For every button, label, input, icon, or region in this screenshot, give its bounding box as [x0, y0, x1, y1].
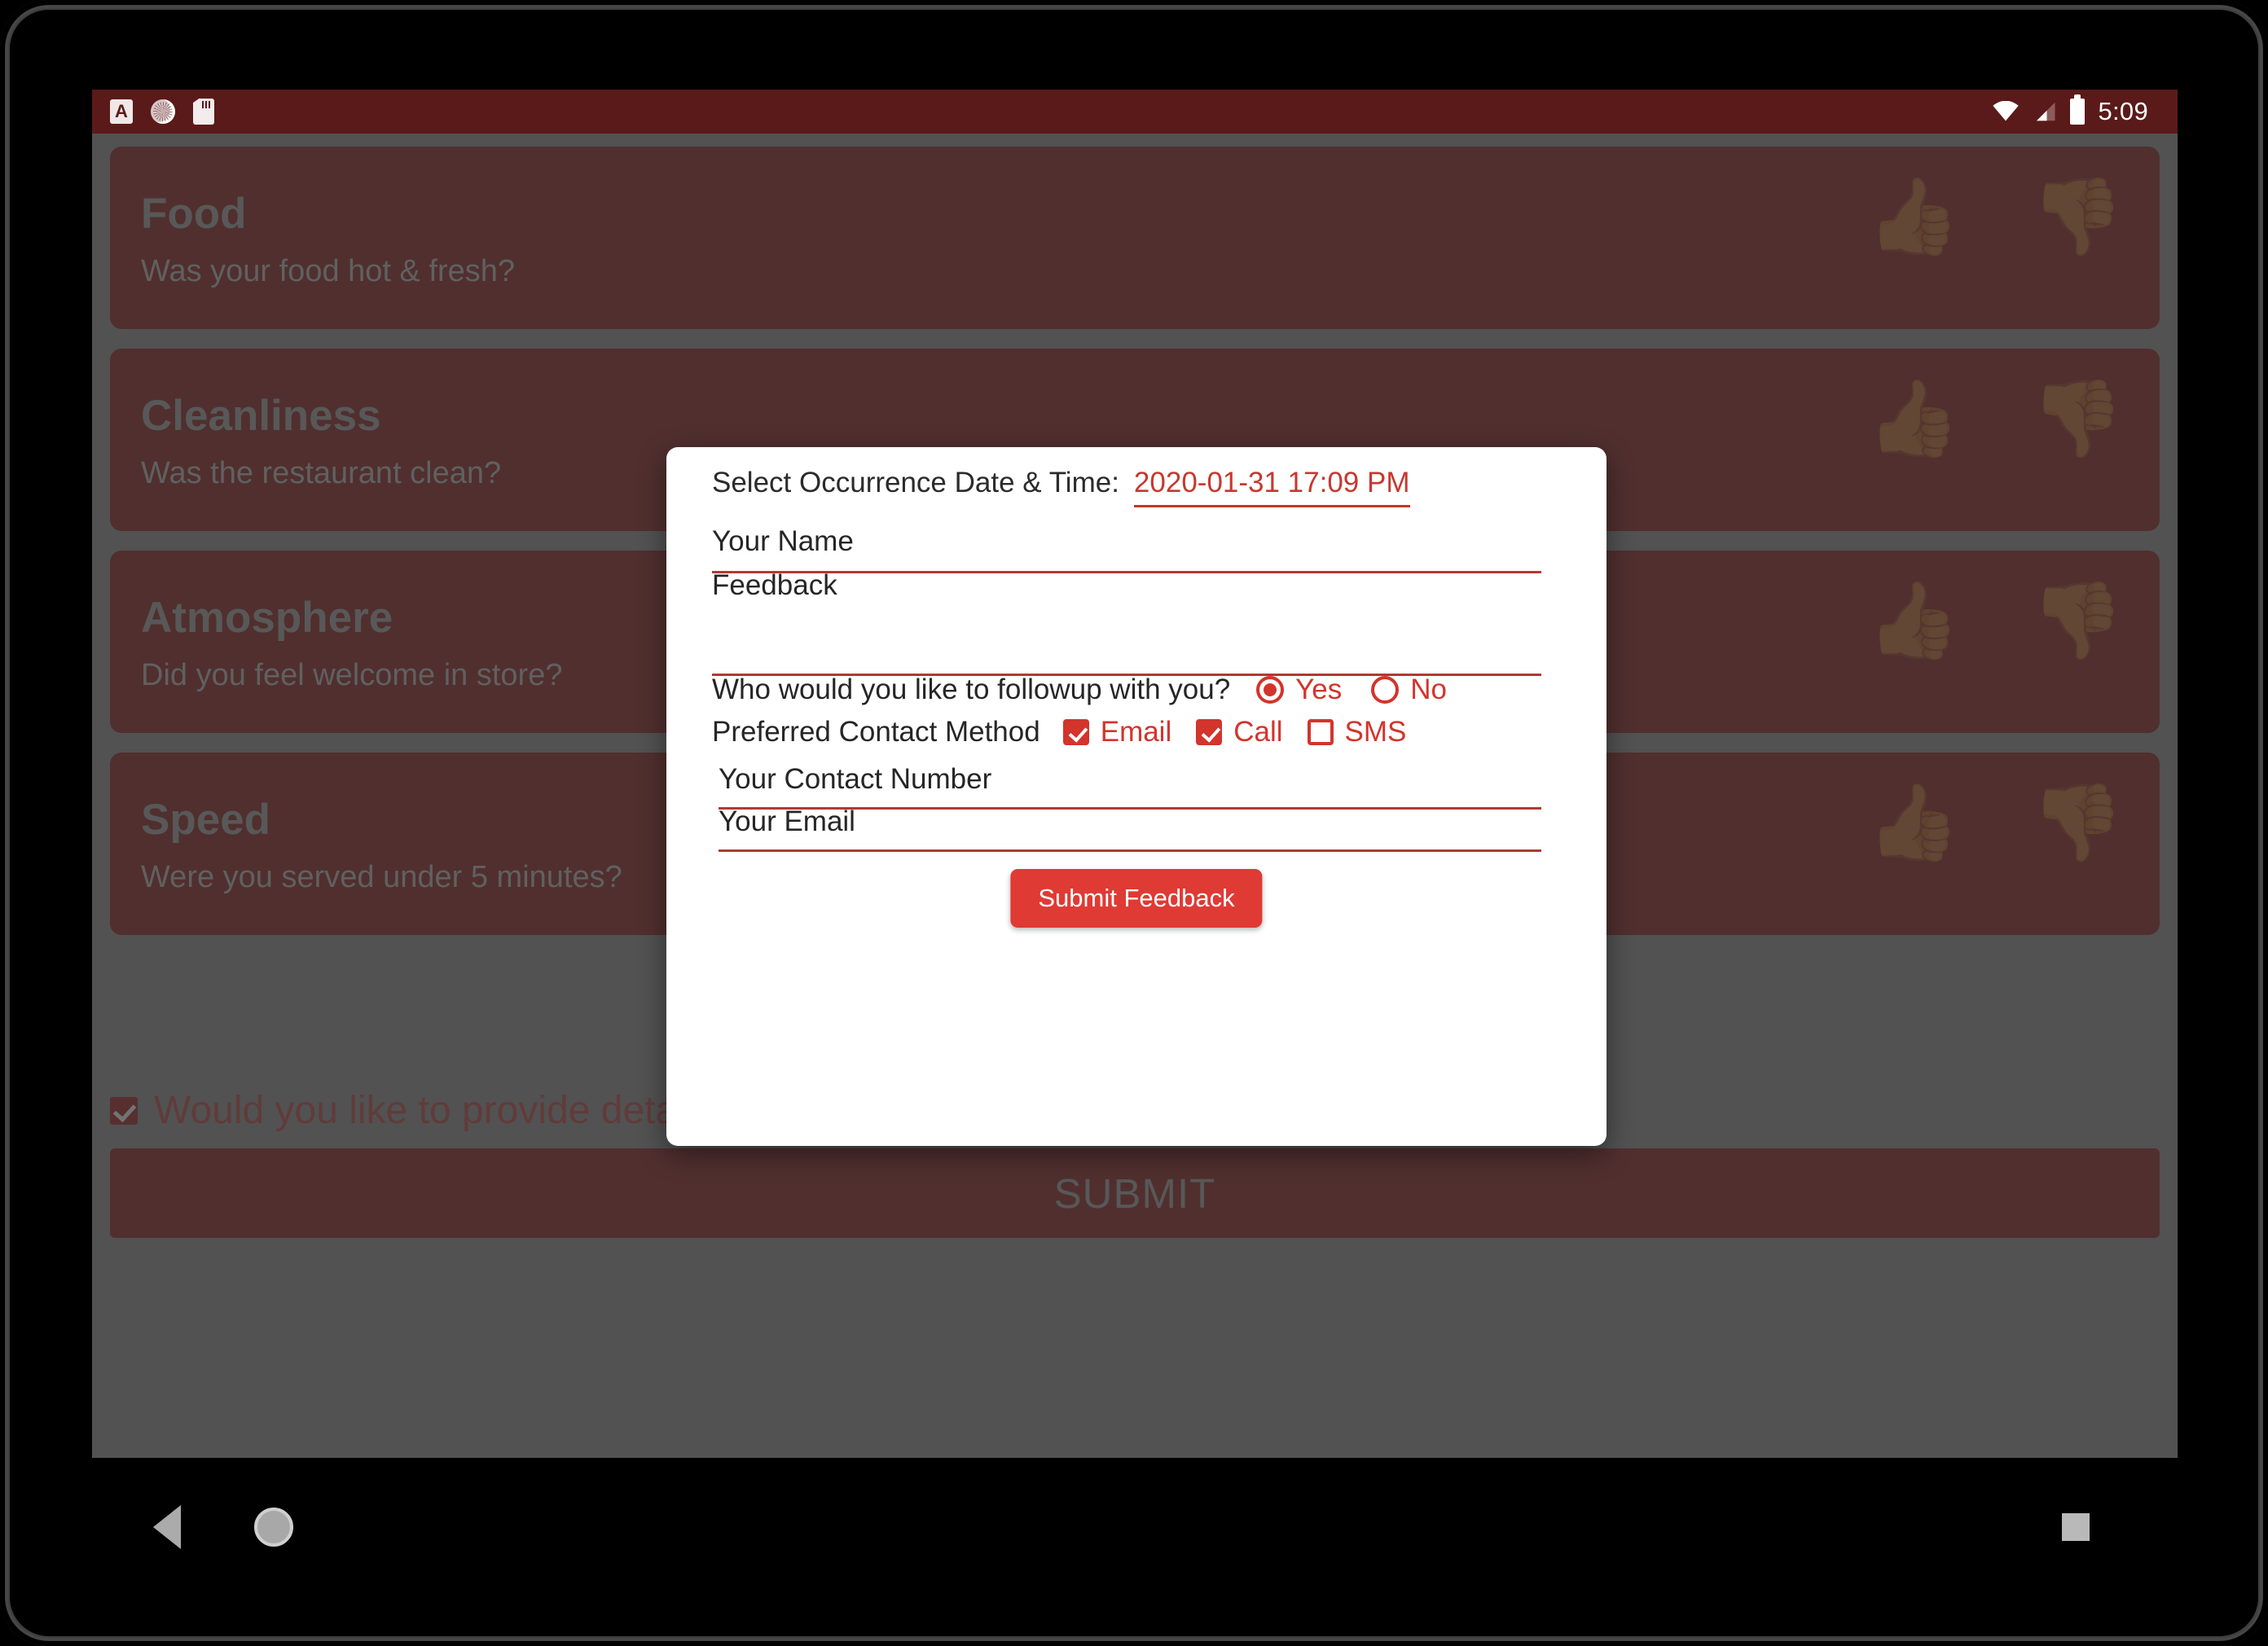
contact-method-label: Preferred Contact Method [712, 716, 1040, 748]
sd-card-icon [193, 99, 214, 125]
rating-buttons: 👍 👎 [1867, 583, 2124, 658]
provide-details-checkbox-row[interactable]: Would you like to provide details? [110, 1088, 736, 1133]
email-underline [719, 849, 1541, 852]
card-subtitle: Was the restaurant clean? [141, 456, 502, 490]
contact-method-call[interactable]: Call [1196, 716, 1283, 748]
followup-option-no-label: No [1410, 674, 1448, 705]
followup-option-no[interactable]: No [1371, 674, 1447, 706]
contact-method-row: Preferred Contact Method Email Call SMS [712, 716, 1406, 748]
rating-buttons: 👍 👎 [1867, 785, 2124, 860]
navigation-bar [92, 1458, 2178, 1596]
thumbs-up-icon[interactable]: 👍 [1867, 381, 1961, 456]
contact-method-sms-label: SMS [1344, 716, 1407, 748]
followup-option-yes[interactable]: Yes [1256, 674, 1342, 706]
occurrence-date-value[interactable]: 2020-01-31 17:09 PM [1133, 467, 1410, 507]
card-title: Speed [141, 796, 271, 844]
feedback-dialog: Select Occurrence Date & Time: 2020-01-3… [666, 447, 1606, 1146]
followup-row: Who would you like to followup with you?… [712, 674, 1447, 706]
thumbs-down-icon[interactable]: 👎 [2030, 179, 2124, 254]
thumbs-up-icon[interactable]: 👍 [1867, 785, 1961, 860]
status-bar-left-icons: A [92, 99, 214, 125]
notification-a-icon: A [110, 99, 133, 124]
thumbs-up-icon[interactable]: 👍 [1867, 179, 1961, 254]
status-bar-right-icons: 5:09 [1992, 94, 2178, 126]
card-title: Atmosphere [141, 594, 393, 642]
status-bar: A 5:09 [92, 90, 2178, 134]
radio-unselected-icon[interactable] [1371, 676, 1400, 704]
contact-method-email-label: Email [1100, 716, 1172, 748]
name-field[interactable]: Your Name [712, 525, 1541, 573]
contact-method-call-label: Call [1233, 716, 1283, 748]
card-subtitle: Did you feel welcome in store? [141, 658, 563, 692]
contact-number-placeholder: Your Contact Number [719, 763, 992, 795]
email-field[interactable]: Your Email [719, 805, 1541, 852]
contact-method-sms[interactable]: SMS [1307, 716, 1407, 748]
wifi-icon [1993, 101, 2020, 121]
followup-question: Who would you like to followup with you? [712, 674, 1231, 705]
thumbs-down-icon[interactable]: 👎 [2030, 583, 2124, 658]
battery-icon [2070, 94, 2086, 125]
rating-buttons: 👍 👎 [1867, 381, 2124, 456]
thumbs-down-icon[interactable]: 👎 [2030, 381, 2124, 456]
cellular-signal-icon [2037, 102, 2055, 121]
submit-feedback-button[interactable]: Submit Feedback [1010, 869, 1263, 928]
email-placeholder: Your Email [719, 805, 855, 837]
card-subtitle: Were you served under 5 minutes? [141, 860, 622, 894]
back-icon[interactable] [153, 1505, 181, 1549]
provide-details-label: Would you like to provide details? [154, 1089, 736, 1132]
submit-button[interactable]: SUBMIT [110, 1148, 2160, 1238]
followup-option-yes-label: Yes [1295, 674, 1343, 705]
device-frame: A 5:09 Food Was your food hot & fresh? 👍… [0, 0, 2268, 1646]
card-subtitle: Was your food hot & fresh? [141, 254, 516, 288]
home-icon[interactable] [254, 1508, 293, 1547]
card-title: Food [141, 190, 247, 238]
status-bar-clock: 5:09 [2098, 97, 2148, 125]
screen: A 5:09 Food Was your food hot & fresh? 👍… [92, 90, 2178, 1458]
contact-number-field[interactable]: Your Contact Number [719, 763, 1541, 810]
contact-method-email[interactable]: Email [1062, 716, 1172, 748]
submit-button-label: SUBMIT [1053, 1170, 1216, 1217]
sync-icon [151, 99, 175, 124]
checkbox-unchecked-icon[interactable] [1307, 719, 1334, 745]
rating-buttons: 👍 👎 [1867, 179, 2124, 254]
recents-icon[interactable] [2062, 1513, 2090, 1541]
thumbs-up-icon[interactable]: 👍 [1867, 583, 1961, 658]
checkbox-checked-icon[interactable] [1062, 719, 1089, 745]
card-title: Cleanliness [141, 392, 381, 440]
occurrence-date-label: Select Occurrence Date & Time: [712, 467, 1119, 498]
occurrence-date-row: Select Occurrence Date & Time: 2020-01-3… [712, 467, 1410, 507]
survey-card-food[interactable]: Food Was your food hot & fresh? 👍 👎 [110, 147, 2160, 329]
checkbox-checked-icon[interactable] [1196, 719, 1223, 745]
name-placeholder: Your Name [712, 525, 854, 557]
radio-selected-icon[interactable] [1256, 676, 1285, 704]
provide-details-checkbox[interactable] [110, 1096, 138, 1125]
feedback-field[interactable]: Feedback [712, 569, 1541, 676]
thumbs-down-icon[interactable]: 👎 [2030, 785, 2124, 860]
feedback-placeholder: Feedback [712, 569, 837, 601]
